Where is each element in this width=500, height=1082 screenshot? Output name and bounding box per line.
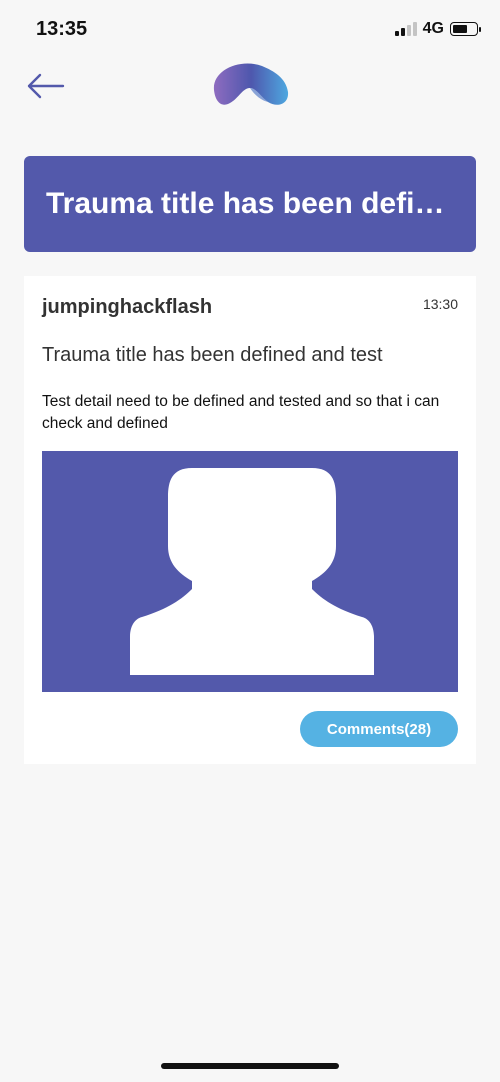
home-indicator[interactable]	[161, 1063, 339, 1069]
battery-icon	[450, 22, 481, 36]
app-logo-icon	[213, 63, 289, 105]
title-banner: Trauma title has been defined and test	[24, 156, 476, 252]
status-time: 13:35	[36, 18, 88, 40]
back-button[interactable]	[22, 66, 68, 106]
network-label: 4G	[422, 20, 444, 37]
arrow-left-icon	[27, 73, 65, 99]
signal-icon	[394, 22, 417, 36]
post-image	[42, 451, 458, 692]
battery-level	[453, 25, 467, 33]
page-title: Trauma title has been defined and test	[46, 187, 454, 220]
user-placeholder-icon	[130, 468, 374, 675]
comments-button[interactable]: Comments(28)	[300, 711, 458, 747]
post-card: jumpinghackflash 13:30 Trauma title has …	[24, 276, 476, 764]
post-title: Trauma title has been defined and test	[42, 344, 383, 366]
status-indicators: 4G	[394, 20, 481, 38]
post-time: 13:30	[422, 296, 458, 312]
post-detail: Test detail need to be defined and teste…	[42, 393, 440, 432]
status-bar: 13:35 4G	[0, 0, 500, 60]
post-username: jumpinghackflash	[42, 296, 213, 318]
